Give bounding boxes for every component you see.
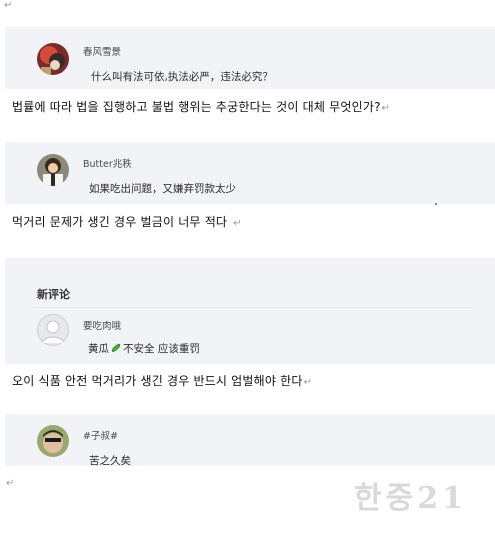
comment-text: 黄瓜 不安全 应该重罚 [88, 341, 200, 357]
section-title: 新评论 [37, 288, 70, 301]
translation-line: 법률에 따라 법을 집행하고 불법 행위는 추궁한다는 것이 대체 무엇인가?↵ [12, 98, 390, 115]
divider [33, 307, 473, 308]
avatar[interactable] [37, 425, 69, 457]
comment-card-1: 春风雪景 什么叫有法可依,执法必严，违法必究？ [5, 27, 495, 89]
new-comments-section: 新评论 要吃肉哦 黄瓜 不安全 应该重罚 [5, 258, 495, 364]
avatar[interactable] [37, 154, 69, 186]
translation-line: 먹거리 문제가 생긴 경우 벌금이 너무 적다 ↵ [12, 213, 242, 230]
comment-username[interactable]: 要吃肉哦 [83, 318, 121, 332]
comment-username[interactable]: #子叔# [83, 428, 118, 442]
avatar[interactable] [37, 314, 69, 346]
translation-text: 법률에 따라 법을 집행하고 불법 행위는 추궁한다는 것이 대체 무엇인가? [12, 100, 381, 114]
paragraph-mark: ↵ [381, 103, 391, 114]
translation-text: 오이 식품 안전 먹거리가 생긴 경우 반드시 엄벌해야 한다 [12, 374, 303, 388]
avatar[interactable] [37, 43, 69, 75]
comment-text-pre: 黄瓜 [88, 343, 109, 355]
comment-username[interactable]: 春风雪景 [83, 44, 121, 58]
comment-text: 什么叫有法可依,执法必严，违法必究？ [91, 71, 273, 83]
comment-card-4: #子叔# 苦之久矣 [5, 414, 495, 467]
avatar-image [37, 154, 69, 186]
avatar-image [37, 43, 69, 75]
comment-text: 如果吃出问题，又嫌弃罚款太少 [89, 183, 236, 195]
translation-text: 먹거리 문제가 생긴 경우 벌금이 너무 적다 [12, 215, 228, 229]
paragraph-mark: ↵ [303, 377, 313, 388]
paragraph-mark: ↵ [4, 0, 13, 11]
cucumber-icon [110, 342, 122, 357]
comment-text: 苦之久矣 [89, 455, 131, 467]
comment-card-2: Butter兆秩 如果吃出问题，又嫌弃罚款太少 [5, 142, 495, 204]
avatar-image [37, 425, 69, 457]
watermark: 한중21 [354, 481, 467, 516]
paragraph-mark: ↵ [233, 218, 242, 229]
translation-line: 오이 식품 안전 먹거리가 생긴 경우 반드시 엄벌해야 한다↵ [12, 372, 312, 389]
comment-username[interactable]: Butter兆秩 [83, 156, 132, 170]
paragraph-mark: ↵ [6, 478, 15, 489]
default-avatar-icon [37, 314, 69, 346]
speck [435, 203, 437, 205]
comment-text-post: 不安全 应该重罚 [123, 343, 200, 355]
